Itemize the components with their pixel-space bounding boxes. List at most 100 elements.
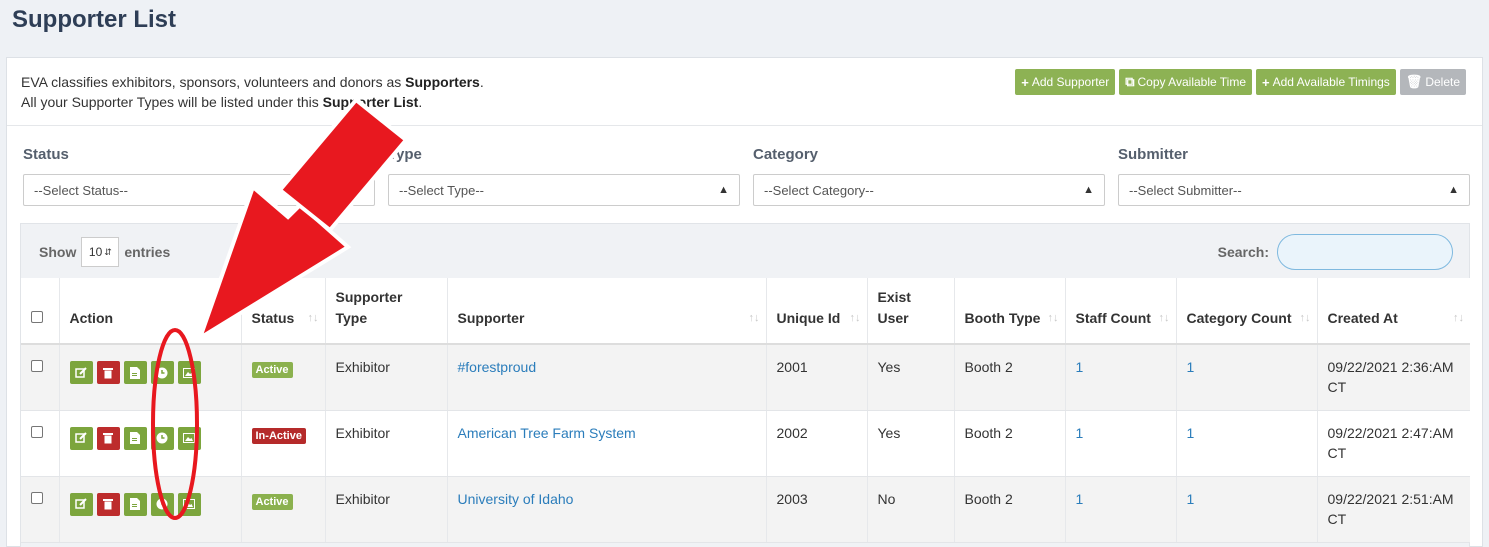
created-at-cell: 09/22/2021 2:36:AM CT xyxy=(1317,344,1470,411)
supporter-type-cell: Exhibitor xyxy=(325,410,448,477)
column-action: Action xyxy=(59,278,242,345)
edit-icon[interactable] xyxy=(69,361,93,384)
submitter-filter: Submitter --Select Submitter-- ▲︎ xyxy=(1118,146,1470,206)
type-select[interactable]: --Select Type-- ▲︎ xyxy=(388,174,740,206)
sort-icon: ↑↓ xyxy=(748,312,760,324)
page-length-control: Show 10 ⇵ entries xyxy=(39,237,170,267)
trash-icon: 🗑 xyxy=(1405,74,1423,89)
data-table-wrapper: Show 10 ⇵ entries Search: Action Status ↑↓… xyxy=(20,223,1470,547)
status-select[interactable]: --Select Status-- ▲︎ xyxy=(23,174,375,206)
select-caret-icon: ▲︎ xyxy=(353,184,364,196)
exist-user-cell: No xyxy=(867,476,955,543)
staff-count-link[interactable]: 1 xyxy=(1076,425,1084,441)
column-supporter[interactable]: Supporter ↑↓ xyxy=(447,278,767,345)
category-count-link[interactable]: 1 xyxy=(1187,425,1195,441)
page-title: Supporter List xyxy=(12,6,177,33)
status-cell: Active xyxy=(241,344,326,411)
supporter-cell: #forestproud xyxy=(447,344,767,411)
page-length-select[interactable]: 10 ⇵ xyxy=(81,237,120,267)
staff-count-link[interactable]: 1 xyxy=(1076,359,1084,375)
column-staff-count[interactable]: Staff Count ↑↓ xyxy=(1065,278,1177,345)
created-at-cell: 09/22/2021 2:51:AM CT xyxy=(1317,476,1470,543)
supporter-cell: American Tree Farm System xyxy=(447,410,767,477)
document-icon[interactable] xyxy=(123,426,147,450)
row-checkbox[interactable] xyxy=(31,491,43,504)
category-count-link[interactable]: 1 xyxy=(1187,359,1195,375)
clock-icon[interactable] xyxy=(150,492,174,516)
category-count-link[interactable]: 1 xyxy=(1187,491,1195,507)
supporter-table: Action Status ↑↓ Supporter Type Supporter… xyxy=(21,278,1470,543)
plus-icon: + xyxy=(1262,74,1270,90)
entries-label: entries xyxy=(124,244,171,260)
sort-icon: ↑↓ xyxy=(307,312,319,324)
submitter-filter-label: Submitter xyxy=(1118,146,1189,163)
add-available-timings-button[interactable]: + Add Available Timings xyxy=(1256,69,1396,95)
column-status[interactable]: Status ↑↓ xyxy=(241,278,326,345)
edit-icon[interactable] xyxy=(69,492,93,516)
column-supporter-type[interactable]: Supporter Type xyxy=(325,278,448,345)
search-input[interactable] xyxy=(1277,234,1453,270)
trash-icon[interactable] xyxy=(96,361,120,384)
image-icon[interactable] xyxy=(177,492,201,516)
type-filter: Type --Select Type-- ▲︎ xyxy=(388,146,740,206)
select-caret-icon: ▲︎ xyxy=(1448,184,1459,196)
staff-count-cell: 1 xyxy=(1065,410,1177,477)
select-caret-icon: ▲︎ xyxy=(718,184,729,196)
row-select-cell xyxy=(21,410,60,477)
delete-button[interactable]: 🗑 Delete xyxy=(1399,69,1466,95)
created-at-cell: 09/22/2021 2:47:AM CT xyxy=(1317,410,1470,477)
booth-type-cell: Booth 2 xyxy=(954,476,1066,543)
row-actions xyxy=(59,344,242,411)
exist-user-cell: Yes xyxy=(867,344,955,411)
category-count-cell: 1 xyxy=(1176,410,1318,477)
column-unique-id[interactable]: Unique Id ↑↓ xyxy=(766,278,868,345)
column-exist-user[interactable]: Exist User xyxy=(867,278,955,345)
category-select[interactable]: --Select Category-- ▲︎ xyxy=(753,174,1105,206)
copy-available-time-button[interactable]: ⧉ Copy Available Time xyxy=(1119,69,1253,95)
booth-type-cell: Booth 2 xyxy=(954,344,1066,411)
supporter-panel: EVA classifies exhibitors, sponsors, vol… xyxy=(6,57,1483,547)
booth-type-cell: Booth 2 xyxy=(954,410,1066,477)
staff-count-link[interactable]: 1 xyxy=(1076,491,1084,507)
unique-id-cell: 2001 xyxy=(766,344,868,411)
status-cell: In-Active xyxy=(241,410,326,477)
type-filter-label: Type xyxy=(388,146,422,163)
select-all-checkbox[interactable] xyxy=(31,311,43,323)
select-caret-icon: ⇵ xyxy=(104,246,112,257)
table-row: Active Exhibitor University of Idaho 2003 No… xyxy=(21,476,1470,543)
image-icon[interactable] xyxy=(177,426,201,450)
row-checkbox[interactable] xyxy=(31,360,43,372)
clock-icon[interactable] xyxy=(150,426,174,450)
row-checkbox[interactable] xyxy=(31,425,43,438)
supporter-link[interactable]: University of Idaho xyxy=(458,491,574,507)
image-icon[interactable] xyxy=(177,361,201,384)
sort-icon: ↑↓ xyxy=(1047,312,1059,324)
status-badge: Active xyxy=(251,362,293,378)
copy-icon: ⧉ xyxy=(1125,74,1135,89)
supporter-type-cell: Exhibitor xyxy=(325,476,448,543)
trash-icon[interactable] xyxy=(96,426,120,450)
category-count-cell: 1 xyxy=(1176,476,1318,543)
add-supporter-button[interactable]: + Add Supporter xyxy=(1015,69,1116,95)
column-created-at[interactable]: Created At ↑↓ xyxy=(1317,278,1470,345)
intro-text: EVA classifies exhibitors, sponsors, vol… xyxy=(21,74,484,110)
column-category-count[interactable]: Category Count ↑↓ xyxy=(1176,278,1318,345)
trash-icon[interactable] xyxy=(96,492,120,516)
edit-icon[interactable] xyxy=(69,426,93,450)
supporter-type-cell: Exhibitor xyxy=(325,344,448,411)
row-select-cell xyxy=(21,344,60,411)
category-filter: Category --Select Category-- ▲︎ xyxy=(753,146,1105,206)
status-filter-label: Status xyxy=(23,146,69,163)
document-icon[interactable] xyxy=(123,361,147,384)
sort-icon: ↑↓ xyxy=(1299,312,1311,324)
supporter-link[interactable]: #forestproud xyxy=(458,359,537,375)
supporter-link[interactable]: American Tree Farm System xyxy=(458,425,636,441)
sort-icon: ↑↓ xyxy=(1453,312,1464,324)
row-actions xyxy=(59,410,242,477)
column-booth-type[interactable]: Booth Type ↑↓ xyxy=(954,278,1066,345)
document-icon[interactable] xyxy=(123,492,147,516)
clock-icon[interactable] xyxy=(150,361,174,384)
submitter-select[interactable]: --Select Submitter-- ▲︎ xyxy=(1118,174,1470,206)
search-label: Search: xyxy=(1217,244,1269,260)
unique-id-cell: 2002 xyxy=(766,410,868,477)
